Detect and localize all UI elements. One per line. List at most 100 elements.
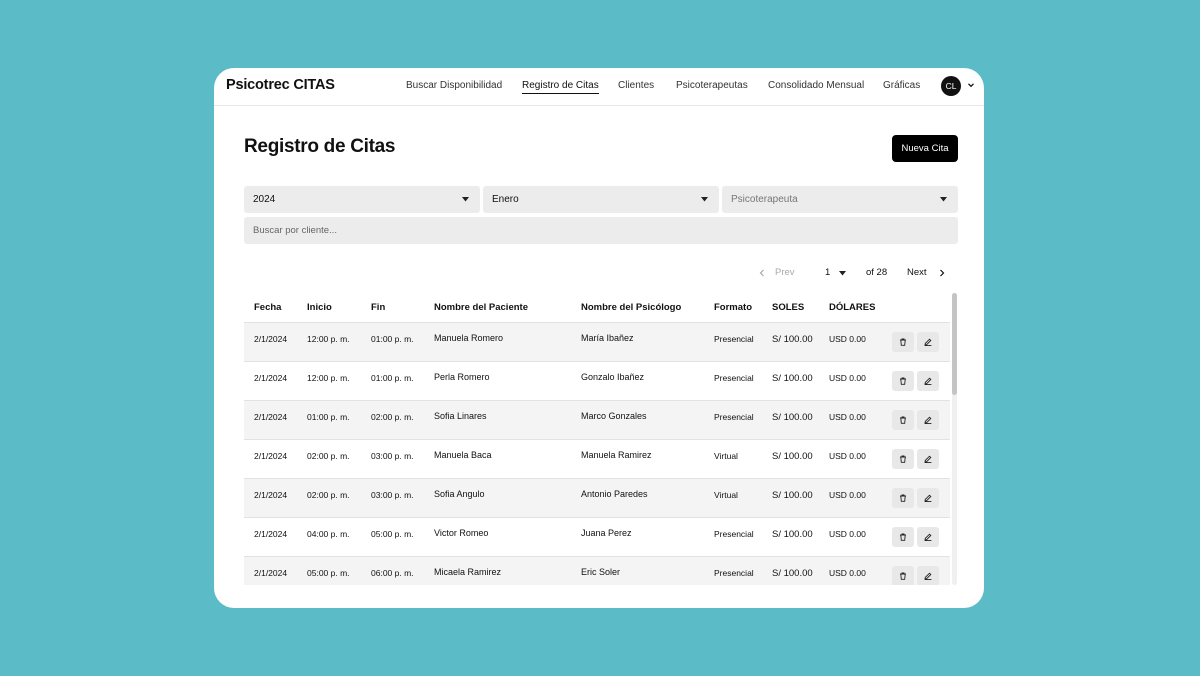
cell-paciente: Perla Romero [434, 372, 490, 382]
cell-formato: Presencial [714, 568, 754, 578]
column-header-formato: Formato [714, 302, 752, 313]
cell-psicologo: Eric Soler [581, 567, 621, 577]
cell-soles: S/ 100.00 [772, 373, 813, 384]
next-page-button[interactable]: Next [907, 267, 927, 278]
cell-inicio: 12:00 p. m. [307, 334, 350, 344]
scrollbar-thumb[interactable] [952, 293, 957, 395]
table-row: 2/1/2024 05:00 p. m. 06:00 p. m. Micaela… [244, 556, 950, 585]
trash-icon [900, 416, 906, 424]
column-header-fin: Fin [371, 302, 386, 313]
nav-clientes[interactable]: Clientes [618, 80, 654, 91]
table-row: 2/1/2024 12:00 p. m. 01:00 p. m. Manuela… [244, 322, 950, 361]
edit-button[interactable] [917, 371, 939, 391]
pencil-icon [924, 494, 932, 502]
prev-page-button[interactable]: Prev [775, 267, 795, 278]
cell-paciente: Micaela Ramirez [434, 567, 502, 577]
cell-fin: 05:00 p. m. [371, 529, 414, 539]
cell-fin: 03:00 p. m. [371, 490, 414, 500]
client-search-input[interactable] [244, 217, 958, 244]
cell-fecha: 2/1/2024 [254, 412, 288, 422]
cell-inicio: 02:00 p. m. [307, 451, 350, 461]
pencil-icon [924, 455, 932, 463]
main-nav: Buscar Disponibilidad Registro de Citas … [214, 80, 984, 94]
column-header-dolares: DÓLARES [829, 302, 876, 313]
new-appointment-button[interactable]: Nueva Cita [892, 135, 958, 162]
trash-icon [900, 455, 906, 463]
cell-fecha: 2/1/2024 [254, 373, 288, 383]
edit-button[interactable] [917, 566, 939, 585]
caret-down-icon[interactable] [839, 271, 846, 276]
cell-inicio: 05:00 p. m. [307, 568, 350, 578]
page-number-select[interactable]: 1 [825, 267, 830, 278]
chevron-left-icon [759, 269, 764, 277]
nav-buscar-disponibilidad[interactable]: Buscar Disponibilidad [406, 80, 502, 91]
pencil-icon [924, 338, 932, 346]
cell-paciente: Sofia Angulo [434, 489, 485, 499]
trash-icon [900, 494, 906, 502]
cell-dolares: USD 0.00 [829, 529, 866, 539]
therapist-select-placeholder: Psicoterapeuta [731, 194, 798, 205]
user-avatar[interactable]: CL [941, 76, 961, 96]
cell-formato: Presencial [714, 373, 754, 383]
cell-soles: S/ 100.00 [772, 412, 813, 423]
edit-button[interactable] [917, 527, 939, 547]
cell-dolares: USD 0.00 [829, 334, 866, 344]
column-header-paciente: Nombre del Paciente [434, 302, 528, 313]
cell-paciente: Sofia Linares [434, 411, 487, 421]
nav-graficas[interactable]: Gráficas [883, 80, 920, 91]
cell-psicologo: María Ibañez [581, 333, 634, 343]
cell-fin: 01:00 p. m. [371, 334, 414, 344]
nav-registro-de-citas[interactable]: Registro de Citas [522, 80, 599, 94]
pencil-icon [924, 572, 932, 580]
cell-paciente: Manuela Baca [434, 450, 492, 460]
delete-button[interactable] [892, 566, 914, 585]
month-select[interactable]: Enero [483, 186, 719, 213]
edit-button[interactable] [917, 410, 939, 430]
cell-formato: Virtual [714, 451, 738, 461]
trash-icon [900, 533, 906, 541]
delete-button[interactable] [892, 410, 914, 430]
pencil-icon [924, 377, 932, 385]
delete-button[interactable] [892, 449, 914, 469]
cell-soles: S/ 100.00 [772, 568, 813, 579]
cell-paciente: Manuela Romero [434, 333, 504, 343]
delete-button[interactable] [892, 371, 914, 391]
pagination: Prev 1 of 28 Next [214, 266, 984, 280]
total-pages: of 28 [866, 267, 888, 278]
delete-button[interactable] [892, 527, 914, 547]
table-row: 2/1/2024 12:00 p. m. 01:00 p. m. Perla R… [244, 361, 950, 400]
cell-dolares: USD 0.00 [829, 451, 866, 461]
edit-button[interactable] [917, 488, 939, 508]
delete-button[interactable] [892, 488, 914, 508]
delete-button[interactable] [892, 332, 914, 352]
table-row: 2/1/2024 04:00 p. m. 05:00 p. m. Victor … [244, 517, 950, 556]
cell-fecha: 2/1/2024 [254, 529, 288, 539]
cell-inicio: 04:00 p. m. [307, 529, 350, 539]
cell-inicio: 12:00 p. m. [307, 373, 350, 383]
column-header-fecha: Fecha [254, 302, 282, 313]
nav-consolidado-mensual[interactable]: Consolidado Mensual [768, 80, 864, 91]
trash-icon [900, 338, 906, 346]
cell-dolares: USD 0.00 [829, 490, 866, 500]
table-header: Fecha Inicio Fin Nombre del Paciente Nom… [244, 293, 950, 322]
nav-psicoterapeutas[interactable]: Psicoterapeutas [676, 80, 748, 91]
cell-soles: S/ 100.00 [772, 334, 813, 345]
cell-fin: 03:00 p. m. [371, 451, 414, 461]
year-select-value: 2024 [253, 194, 276, 205]
cell-soles: S/ 100.00 [772, 451, 813, 462]
chevron-down-icon[interactable] [967, 81, 975, 89]
cell-fin: 02:00 p. m. [371, 412, 414, 422]
edit-button[interactable] [917, 449, 939, 469]
cell-formato: Presencial [714, 334, 754, 344]
edit-button[interactable] [917, 332, 939, 352]
chevron-right-icon[interactable] [939, 269, 945, 277]
caret-down-icon [701, 197, 708, 202]
year-select[interactable]: 2024 [244, 186, 480, 213]
table-scrollbar[interactable] [952, 293, 957, 585]
cell-psicologo: Juana Perez [581, 528, 632, 538]
therapist-select[interactable]: Psicoterapeuta [722, 186, 958, 213]
cell-dolares: USD 0.00 [829, 373, 866, 383]
column-header-inicio: Inicio [307, 302, 332, 313]
table-body: 2/1/2024 12:00 p. m. 01:00 p. m. Manuela… [244, 322, 950, 585]
trash-icon [900, 572, 906, 580]
